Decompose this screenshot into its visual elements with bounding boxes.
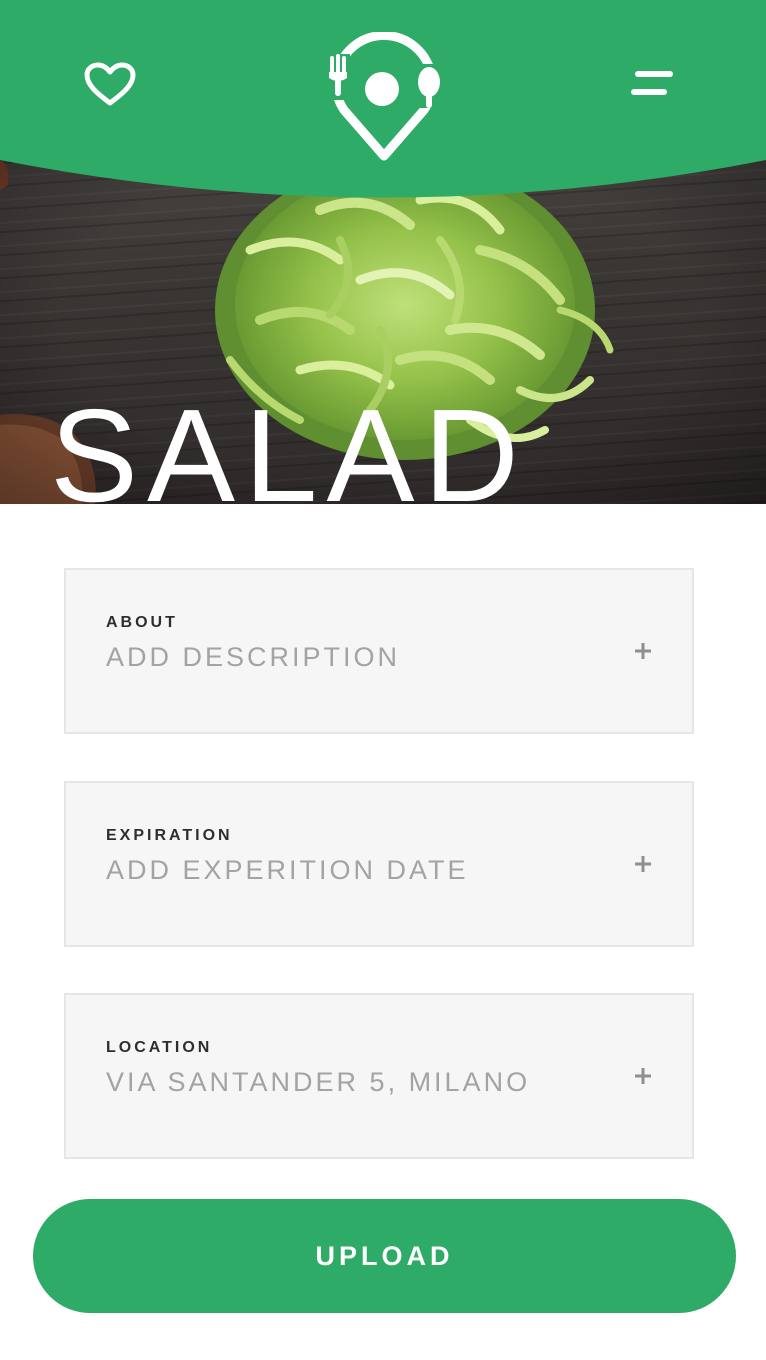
location-field[interactable]: LOCATION VIA SANTANDER 5, MILANO xyxy=(64,993,694,1159)
add-description-button[interactable] xyxy=(632,640,654,662)
upload-button[interactable]: UPLOAD xyxy=(33,1199,736,1313)
add-expiration-button[interactable] xyxy=(632,853,654,875)
add-location-button[interactable] xyxy=(632,1065,654,1087)
favorites-button[interactable] xyxy=(70,52,150,116)
menu-button[interactable] xyxy=(612,52,692,116)
hamburger-menu-icon xyxy=(631,71,673,95)
location-label: LOCATION xyxy=(106,1039,213,1056)
app-header xyxy=(0,0,766,200)
about-label: ABOUT xyxy=(106,614,178,631)
plus-icon xyxy=(635,856,651,872)
heart-icon xyxy=(84,62,136,106)
expiration-field[interactable]: EXPIRATION ADD EXPERITION DATE xyxy=(64,781,694,947)
app-screen: SALAD ABOUT ADD DESCRIPTION EXPIRATION A… xyxy=(0,0,766,1360)
location-value[interactable]: VIA SANTANDER 5, MILANO xyxy=(106,1067,530,1098)
about-description-placeholder[interactable]: ADD DESCRIPTION xyxy=(106,642,400,673)
expiration-label: EXPIRATION xyxy=(106,827,233,844)
about-field[interactable]: ABOUT ADD DESCRIPTION xyxy=(64,568,694,734)
plus-icon xyxy=(635,1068,651,1084)
expiration-date-placeholder[interactable]: ADD EXPERITION DATE xyxy=(106,855,469,886)
map-pin-fork-spoon-icon xyxy=(324,30,444,161)
app-logo[interactable] xyxy=(322,30,446,162)
plus-icon xyxy=(635,643,651,659)
